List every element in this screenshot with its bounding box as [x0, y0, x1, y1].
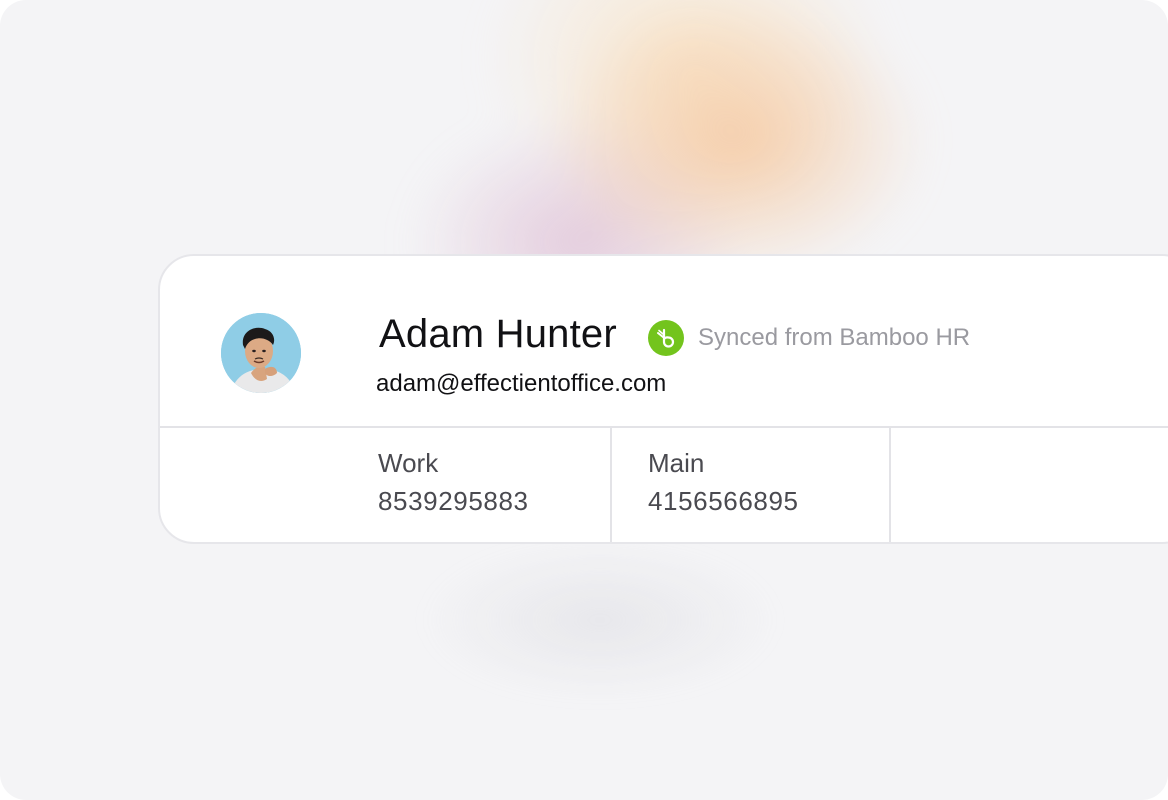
- sync-source-label: Synced from Bamboo HR: [698, 324, 971, 351]
- bamboohr-logo-icon: [648, 320, 684, 356]
- contact-name: Adam Hunter: [379, 312, 617, 356]
- contact-email[interactable]: adam@effectientoffice.com: [376, 370, 666, 398]
- contact-header: Adam Hunter Synced from Bamboo HR adam@e…: [160, 256, 1168, 428]
- soft-shadow: [420, 540, 780, 700]
- phone-main[interactable]: Main 4156566895: [612, 426, 891, 542]
- phone-label: Main: [648, 448, 705, 478]
- phone-number[interactable]: 4156566895: [648, 486, 799, 517]
- phone-label: Work: [378, 448, 439, 478]
- canvas-background: Adam Hunter Synced from Bamboo HR adam@e…: [0, 0, 1168, 800]
- avatar-photo: [221, 313, 301, 393]
- sync-status: Synced from Bamboo HR: [648, 320, 970, 356]
- phone-number[interactable]: 8539295883: [378, 486, 529, 517]
- avatar[interactable]: [221, 313, 301, 393]
- phone-numbers: Work 8539295883 Main 4156566895: [160, 426, 1168, 542]
- contact-card: Adam Hunter Synced from Bamboo HR adam@e…: [158, 254, 1168, 544]
- phone-work[interactable]: Work 8539295883: [160, 426, 612, 542]
